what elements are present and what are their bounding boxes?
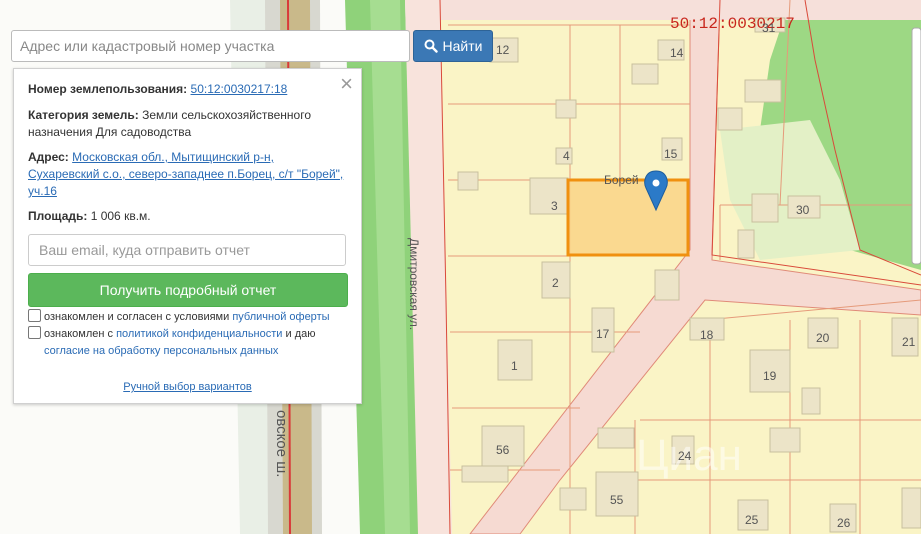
address-row: Адрес: Московская обл., Мытищинский р-н,… [28, 149, 346, 200]
consent-row: согласие на обработку персональных данны… [44, 343, 344, 359]
address-link[interactable]: Московская обл., Мытищинский р-н, Сухаре… [28, 150, 343, 198]
area-label: Площадь: [28, 209, 88, 223]
privacy-mid-text: и даю [285, 328, 316, 340]
usage-number-row: Номер землепользования: 50:12:0030217:18 [28, 81, 346, 98]
manual-selection-link[interactable]: Ручной выбор вариантов [14, 381, 361, 393]
plot-number: 3 [551, 199, 558, 213]
search-input[interactable] [11, 30, 410, 62]
plot-number: 1 [511, 359, 518, 373]
privacy-checkbox[interactable] [28, 326, 41, 339]
plot-number: 25 [745, 513, 759, 527]
plot-number: 26 [837, 516, 851, 530]
quarter-label: 50:12:0030217 [670, 15, 795, 33]
area-row: Площадь: 1 006 кв.м. [28, 208, 346, 225]
plot-number: 55 [610, 493, 624, 507]
plot-number: 12 [496, 43, 510, 57]
plot-number: 19 [763, 369, 777, 383]
offer-checkbox[interactable] [28, 309, 41, 322]
category-row: Категория земель: Земли сельскохозяйстве… [28, 107, 346, 141]
plot-number: 17 [596, 327, 610, 341]
email-field[interactable] [28, 234, 346, 266]
consent-link[interactable]: согласие на обработку персональных данны… [44, 345, 278, 357]
privacy-link[interactable]: политикой конфиденциальности [116, 328, 282, 340]
plot-number: 21 [902, 335, 916, 349]
get-report-button[interactable]: Получить подробный отчет [28, 273, 348, 307]
search-icon [424, 39, 438, 53]
selected-parcel[interactable] [566, 178, 690, 257]
offer-link[interactable]: публичной оферты [232, 311, 329, 323]
plot-number: 2 [552, 276, 559, 290]
plot-number: 31 [762, 21, 776, 35]
plot-number: 24 [678, 449, 692, 463]
parcel-info-panel: × Номер землепользования: 50:12:0030217:… [13, 68, 362, 404]
street-label: Дмитровская ул. [407, 238, 421, 330]
search-button[interactable]: Найти [413, 30, 493, 62]
highway-label: овское ш. [273, 410, 290, 477]
plot-number: 14 [670, 46, 684, 60]
zoom-control[interactable] [911, 27, 921, 265]
usage-number-label: Номер землепользования: [28, 82, 188, 96]
search-button-label: Найти [442, 38, 483, 54]
privacy-text: ознакомлен с [44, 328, 114, 340]
plot-number: 56 [496, 443, 510, 457]
offer-agreement-row: ознакомлен и согласен с условиями публич… [28, 309, 348, 325]
plot-number: 30 [796, 203, 810, 217]
privacy-agreement-row: ознакомлен с политикой конфиденциальност… [28, 326, 348, 342]
selected-area-label: Борей [604, 173, 639, 187]
plot-number: 18 [700, 328, 714, 342]
category-label: Категория земель: [28, 108, 139, 122]
address-label: Адрес: [28, 150, 69, 164]
plot-number: 15 [664, 147, 678, 161]
plot-number: 4 [563, 149, 570, 163]
usage-number-link[interactable]: 50:12:0030217:18 [191, 82, 288, 96]
area-value: 1 006 кв.м. [90, 209, 151, 223]
plot-number: 20 [816, 331, 830, 345]
offer-text: ознакомлен и согласен с условиями [44, 311, 230, 323]
